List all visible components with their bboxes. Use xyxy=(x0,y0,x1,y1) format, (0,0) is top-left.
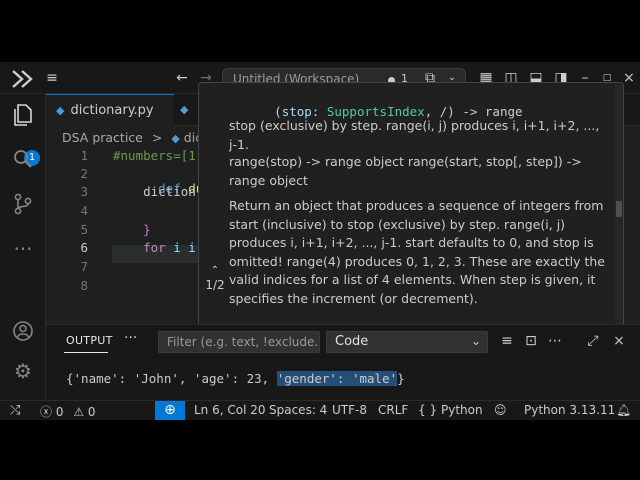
output-prefix: {'name': 'John', 'age': 23, xyxy=(66,371,277,386)
more-actions-icon[interactable]: ··· xyxy=(124,330,137,346)
code-line-1: #numbers=[1 xyxy=(113,148,196,163)
remote-icon[interactable]: ⤭ xyxy=(10,403,20,418)
line-number: 4 xyxy=(80,203,88,218)
vscode-logo-icon xyxy=(8,68,36,88)
menu-icon[interactable]: ≡ xyxy=(42,68,62,88)
bottom-panel: OUTPUT ··· Filter (e.g. text, !exclude..… xyxy=(46,324,640,400)
line-number: 7 xyxy=(80,259,88,274)
lock-scroll-icon[interactable]: ⊡ xyxy=(522,331,540,351)
line-number: 1 xyxy=(80,148,88,163)
active-tab-indicator xyxy=(64,352,108,353)
doc-paragraph-1: stop (exclusive) by step. range(i, j) pr… xyxy=(229,118,600,152)
error-icon: ⓧ xyxy=(40,405,53,419)
doc-paragraph-3: Return an object that produces a sequenc… xyxy=(229,198,605,306)
warning-icon: ⚠ xyxy=(73,405,85,419)
breadcrumb-separator: > xyxy=(151,130,163,145)
status-bar: ⤭ ⓧ 0 ⚠ 0 ⊕ Ln 6, Col 20 Spaces: 4 UTF-8… xyxy=(0,400,640,420)
search-icon[interactable] xyxy=(10,148,36,174)
chevron-down-icon: ⌄ xyxy=(470,334,481,348)
error-count: 0 xyxy=(55,405,64,419)
clear-output-icon[interactable]: ≡ xyxy=(498,331,516,351)
encoding[interactable]: UTF-8 xyxy=(332,403,367,417)
end-of-line[interactable]: CRLF xyxy=(378,403,408,417)
explorer-icon[interactable] xyxy=(10,102,36,128)
loop-variable: i i xyxy=(173,240,196,255)
overload-counter: 1/2 xyxy=(205,278,225,292)
back-arrow-icon[interactable]: ← xyxy=(172,68,192,88)
close-icon[interactable]: × xyxy=(622,68,636,88)
chevron-up-icon[interactable]: ⌃ xyxy=(203,265,227,277)
output-channel-select[interactable]: Code ⌄ xyxy=(326,331,488,353)
line-number-current: 6 xyxy=(80,240,88,255)
close-panel-icon[interactable]: × xyxy=(610,331,628,351)
tab-output[interactable]: OUTPUT xyxy=(66,334,113,347)
language-mode[interactable]: Python xyxy=(441,403,483,417)
tab-label: dictionary.py xyxy=(70,103,154,118)
output-filter-input[interactable]: Filter (e.g. text, !exclude... xyxy=(158,331,320,353)
output-text: {'name': 'John', 'age': 23, 'gender': 'm… xyxy=(66,371,405,386)
breadcrumb: DSA practice > ◆dictio xyxy=(62,130,218,145)
output-suffix: } xyxy=(397,371,405,386)
channel-value: Code xyxy=(335,334,369,349)
maximize-panel-icon[interactable]: ⤢ xyxy=(584,331,602,351)
code-line-6: for i i xyxy=(113,240,196,255)
python-file-icon: ◆ xyxy=(180,103,189,116)
keyword-for: for xyxy=(143,240,166,255)
language-braces-icon: { } xyxy=(418,403,438,417)
warning-count: 0 xyxy=(87,405,96,419)
more-views-icon[interactable]: ··· xyxy=(10,236,36,262)
scrollbar-thumb[interactable] xyxy=(616,201,622,217)
source-control-icon[interactable] xyxy=(10,192,36,218)
vscode-window: ≡ ← → Untitled (Workspace) 1 ⧉ ⌄ ▦ ◫ ⬓ ◨… xyxy=(0,62,640,420)
line-number: 8 xyxy=(80,278,88,293)
doc-paragraph-2: range(stop) -> range object range(start,… xyxy=(229,154,582,188)
zoom-icon[interactable]: ⊕ xyxy=(155,401,185,420)
breadcrumb-folder[interactable]: DSA practice xyxy=(62,130,143,145)
output-highlight: 'gender': 'male' xyxy=(276,371,398,386)
settings-gear-icon[interactable]: ⚙ xyxy=(10,358,36,384)
overload-nav: ⌃ 1/2 xyxy=(203,265,227,293)
python-file-icon: ◆ xyxy=(171,132,180,145)
python-file-icon: ◆ xyxy=(56,104,65,117)
copilot-status-icon[interactable]: ☺ xyxy=(494,403,507,417)
problems-indicator[interactable]: ⓧ 0 ⚠ 0 xyxy=(40,403,96,420)
hover-tooltip: (stop: SupportsIndex, /) -> range stop (… xyxy=(198,82,624,328)
tab-second[interactable]: ◆ xyxy=(174,94,198,126)
tooltip-scrollbar[interactable] xyxy=(615,83,623,327)
open-in-editor-icon[interactable]: ⋯ xyxy=(546,331,564,351)
code-line-5: } xyxy=(113,222,151,237)
cursor-position[interactable]: Ln 6, Col 20 xyxy=(194,403,266,417)
line-number: 2 xyxy=(80,166,88,181)
indentation[interactable]: Spaces: 4 xyxy=(269,403,327,417)
activity-bar: 1 ··· ⚙ xyxy=(0,94,46,400)
line-number: 3 xyxy=(80,184,88,199)
line-number: 5 xyxy=(80,222,88,237)
tab-dictionary-py[interactable]: ◆ dictionary.py xyxy=(46,94,174,126)
notifications-bell-icon[interactable]: 🔔︎ xyxy=(616,403,631,417)
code-line-3: diction xyxy=(113,184,196,199)
account-icon[interactable] xyxy=(10,320,36,346)
python-interpreter[interactable]: Python 3.13.11 xyxy=(524,403,615,417)
